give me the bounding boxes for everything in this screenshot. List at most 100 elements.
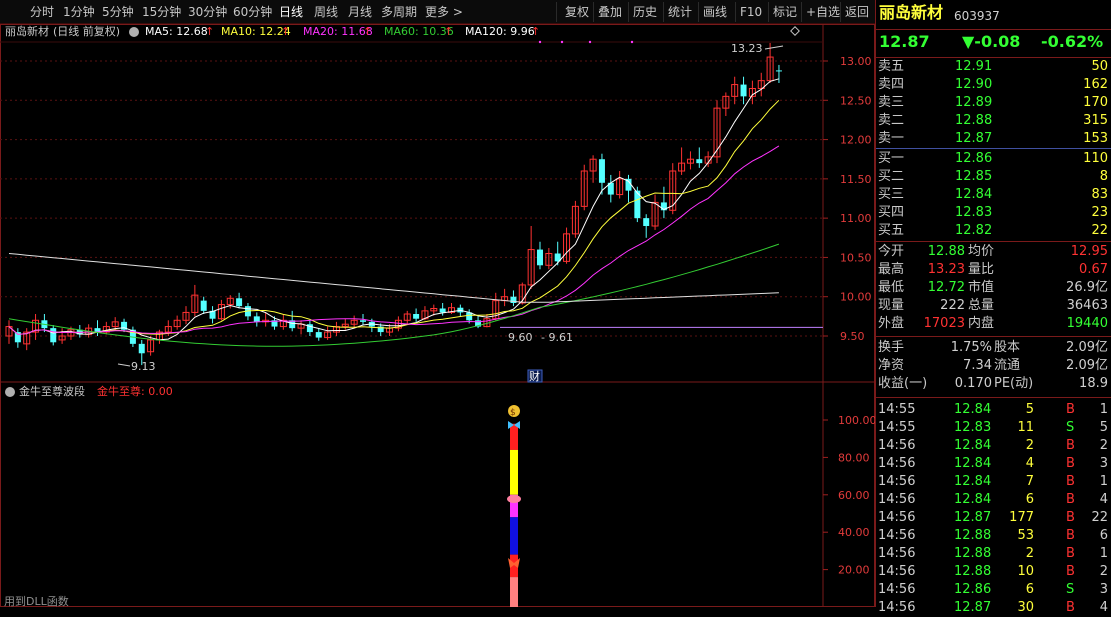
period-tab-10[interactable]: 更多 > (425, 4, 463, 20)
stat2-value: 7.34 (963, 358, 992, 373)
trade-price: 12.84 (954, 456, 992, 471)
stat2-value: 18.9 (1079, 376, 1108, 391)
trade-price: 12.88 (954, 564, 992, 579)
period-tab-6[interactable]: 日线 (279, 4, 303, 20)
candle-down (696, 159, 703, 164)
bids-price: 12.86 (955, 151, 993, 166)
stat-value: 12.72 (927, 280, 965, 295)
price-tick-label: 10.00 (840, 291, 872, 304)
toolbar-btn-8[interactable]: 返回 (845, 4, 869, 20)
period-tab-0[interactable]: 分时 (30, 4, 54, 20)
quote-title-row: 丽岛新材 603937 (876, 4, 1111, 26)
indicator-settings-icon[interactable] (5, 387, 15, 397)
price-tick-label: 11.00 (840, 212, 872, 225)
ma-arrow-icon: ↑ (281, 25, 291, 38)
high-pointer (764, 45, 784, 50)
trade-count: 4 (1099, 492, 1108, 507)
candle-down (439, 308, 446, 313)
toolbar-btn-3[interactable]: 统计 (668, 4, 692, 20)
divider (840, 2, 841, 22)
bids-price: 12.84 (955, 187, 993, 202)
trade-row: 14:56 12.87 30 B 4 (876, 599, 1111, 617)
toolbar-btn-4[interactable]: 画线 (703, 4, 727, 20)
trade-count: 5 (1099, 420, 1108, 435)
stat2-label: 收益(一) (878, 376, 928, 391)
bids-price: 12.85 (955, 169, 993, 184)
trade-time: 14:56 (878, 600, 916, 615)
indicator-value: 金牛至尊: 0.00 (97, 385, 173, 398)
trade-vol: 7 (1025, 474, 1034, 489)
stat-label: 外盘 (878, 316, 905, 331)
trade-vol: 11 (1017, 420, 1034, 435)
toolbar-btn-1[interactable]: 叠加 (598, 4, 622, 20)
divider (735, 2, 736, 22)
trade-time: 14:56 (878, 438, 916, 453)
trade-vol: 4 (1025, 456, 1034, 471)
trade-time: 14:55 (878, 402, 916, 417)
bids-price: 12.82 (955, 223, 993, 238)
price-tick-label: 9.50 (840, 330, 865, 343)
period-tab-9[interactable]: 多周期 (381, 4, 417, 20)
trade-vol: 2 (1025, 438, 1034, 453)
stat-value: 13.23 (927, 262, 965, 277)
divider (801, 2, 802, 22)
finance-marker: 财 (529, 369, 540, 383)
toolbar-btn-2[interactable]: 历史 (633, 4, 657, 20)
toolbar-btn-6[interactable]: 标记 (773, 4, 797, 20)
price-change: ▼-0.08 (962, 32, 1021, 51)
candle-down (236, 298, 243, 307)
divider (593, 2, 594, 22)
quote-stock-name: 丽岛新材 (879, 3, 944, 22)
trade-count: 1 (1099, 402, 1108, 417)
bids-vol: 22 (1091, 223, 1108, 238)
period-tab-2[interactable]: 5分钟 (102, 4, 134, 20)
stat2-row: 换手 1.75% 股本 2.09亿 (876, 339, 1111, 357)
toolbar-btn-0[interactable]: 复权 (565, 4, 589, 20)
low-label: 9.13 (131, 360, 156, 373)
candle-down (50, 328, 57, 343)
trade-price: 12.84 (954, 402, 992, 417)
settings-gear-icon[interactable] (129, 27, 139, 37)
bowl-icon (507, 495, 521, 503)
trade-row: 14:56 12.84 7 B 1 (876, 473, 1111, 491)
asks-row: 卖二 12.88 315 (876, 112, 1111, 130)
period-tab-7[interactable]: 周线 (314, 4, 338, 20)
trade-time: 14:56 (878, 492, 916, 507)
asks-label: 卖一 (878, 131, 905, 146)
money-bag-glyph: $ (510, 408, 516, 418)
price-tick-label: 12.50 (840, 94, 872, 107)
asks-label: 卖三 (878, 95, 905, 110)
bids-label: 买五 (878, 223, 905, 238)
trade-row: 14:56 12.88 10 B 2 (876, 563, 1111, 581)
bids-label: 买四 (878, 205, 905, 220)
kline-svg[interactable]: 13.00 12.50 12.00 11.50 11.00 10.50 10.00 9.50 1… (0, 24, 875, 607)
period-tab-4[interactable]: 30分钟 (188, 4, 227, 20)
trade-price: 12.84 (954, 474, 992, 489)
stat2-row: 净资 7.34 流通 2.09亿 (876, 357, 1111, 375)
trade-price: 12.84 (954, 492, 992, 507)
toolbar: 分时 1分钟 5分钟 15分钟 30分钟 60分钟 日线 周线 月线 多周期 更多 > 复权 叠加 历史统… (0, 0, 875, 24)
trade-time: 14:56 (878, 528, 916, 543)
asks-vol: 170 (1083, 95, 1108, 110)
trade-side: B (1066, 528, 1075, 543)
ma-dot (588, 40, 592, 44)
sep (876, 336, 1111, 337)
toolbar-btn-5[interactable]: F10 (740, 4, 762, 20)
indicator-header: 金牛至尊波段 金牛至尊: 0.00 (5, 384, 605, 400)
toolbar-btn-7[interactable]: +自选 (806, 4, 840, 20)
trade-price: 12.88 (954, 528, 992, 543)
period-tab-8[interactable]: 月线 (348, 4, 372, 20)
period-tab-1[interactable]: 1分钟 (63, 4, 95, 20)
adjust-mode-label: (日线 前复权) (53, 25, 121, 38)
period-tab-5[interactable]: 60分钟 (233, 4, 272, 20)
chart-frame (0, 24, 875, 607)
sep (876, 241, 1111, 242)
asks-label: 卖二 (878, 113, 905, 128)
period-tab-3[interactable]: 15分钟 (142, 4, 181, 20)
stat2-label: 股本 (994, 340, 1021, 355)
trade-side: B (1066, 510, 1075, 525)
candle-down (360, 320, 366, 322)
stat-row: 最低 12.72 市值 26.9亿 (876, 279, 1111, 297)
ma-arrow-icon: ↑ (363, 25, 373, 38)
chart-area[interactable]: 13.00 12.50 12.00 11.50 11.00 10.50 10.00 9.50 1… (0, 24, 875, 608)
